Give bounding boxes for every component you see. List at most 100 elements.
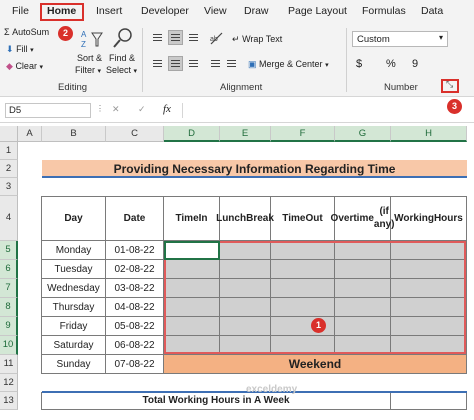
wrap-text-icon: ↵	[232, 34, 240, 44]
column-header-a[interactable]: A	[18, 126, 42, 142]
menu-bar: File Home Insert Developer View Draw Pag…	[0, 0, 474, 41]
middle-align-button[interactable]	[168, 30, 183, 45]
eraser-icon: ◆	[6, 61, 13, 71]
day-cell[interactable]: Friday	[42, 317, 106, 336]
align-right-button[interactable]	[186, 56, 201, 71]
currency-button[interactable]: $	[356, 58, 362, 70]
tab-data[interactable]: Data	[421, 5, 443, 17]
tab-developer[interactable]: Developer	[141, 5, 189, 17]
top-align-button[interactable]	[150, 30, 165, 45]
tab-file[interactable]: File	[12, 5, 29, 17]
editing-group-label: Editing	[58, 82, 88, 93]
clear-button[interactable]: ◆ Clear ▾	[6, 61, 43, 72]
row-header-9[interactable]: 9	[0, 317, 18, 336]
merge-center-button[interactable]: ▣ Merge & Center ▾	[248, 59, 329, 70]
column-header-d[interactable]: D	[164, 126, 220, 142]
date-cell[interactable]: 05-08-22	[106, 317, 164, 336]
svg-text:Z: Z	[81, 40, 86, 49]
day-cell[interactable]: Wednesday	[42, 279, 106, 298]
date-cell[interactable]: 01-08-22	[106, 241, 164, 260]
fill-button[interactable]: ⬇ Fill ▾	[6, 44, 34, 55]
column-header-g[interactable]: G	[335, 126, 391, 142]
row-header-12[interactable]: 12	[0, 374, 18, 392]
chevron-down-icon: ▾	[438, 33, 443, 42]
column-header-f[interactable]: F	[271, 126, 335, 142]
number-format-dropdown[interactable]: Custom ▾	[352, 31, 448, 47]
header-time-out[interactable]: Time Out	[271, 196, 335, 241]
header-day[interactable]: Day	[42, 196, 106, 241]
date-cell[interactable]: 06-08-22	[106, 336, 164, 355]
header-lunch-break[interactable]: Lunch Break	[216, 196, 274, 241]
total-left-border	[41, 392, 42, 410]
date-cell[interactable]: 03-08-22	[106, 279, 164, 298]
column-header-h[interactable]: H	[391, 126, 467, 142]
name-box-dropdown-icon[interactable]: ⋮	[96, 104, 104, 113]
step-badge-2: 2	[58, 26, 73, 41]
row-header-8[interactable]: 8	[0, 298, 18, 317]
tab-formulas[interactable]: Formulas	[362, 5, 406, 17]
chevron-down-icon: ▾	[133, 68, 138, 75]
day-cell[interactable]: Tuesday	[42, 260, 106, 279]
date-cell[interactable]: 07-08-22	[106, 355, 164, 374]
tab-draw[interactable]: Draw	[244, 5, 269, 17]
fx-icon[interactable]: fx	[163, 103, 171, 115]
merge-icon: ▣	[248, 59, 257, 69]
column-header-c[interactable]: C	[106, 126, 164, 142]
select-all-corner[interactable]	[0, 126, 18, 142]
total-value-cell[interactable]	[391, 392, 467, 410]
chevron-down-icon: ▾	[325, 62, 329, 69]
row-header-1[interactable]: 1	[0, 142, 18, 160]
header-date[interactable]: Date	[106, 196, 164, 241]
cancel-icon[interactable]: ✕	[112, 104, 120, 115]
header-overtime[interactable]: Overtime (if any)	[331, 196, 394, 241]
row-header-6[interactable]: 6	[0, 260, 18, 279]
number-dialog-launcher[interactable]: ⤡	[441, 79, 459, 93]
formula-input[interactable]	[182, 103, 473, 118]
row-header-5[interactable]: 5	[0, 241, 18, 260]
row-header-7[interactable]: 7	[0, 279, 18, 298]
header-time-in[interactable]: Time In	[164, 196, 220, 241]
tab-view[interactable]: View	[204, 5, 227, 17]
align-left-button[interactable]	[150, 56, 165, 71]
sheet-title[interactable]: Providing Necessary Information Regardin…	[42, 160, 467, 178]
date-cell[interactable]: 02-08-22	[106, 260, 164, 279]
column-header-e[interactable]: E	[220, 126, 271, 142]
find-select-button[interactable]: Find &	[109, 53, 135, 63]
total-label-cell[interactable]: Total Working Hours in A Week	[42, 392, 391, 410]
day-cell[interactable]: Thursday	[42, 298, 106, 317]
autosum-button[interactable]: Σ AutoSum	[4, 27, 49, 37]
day-cell[interactable]: Saturday	[42, 336, 106, 355]
row-header-2[interactable]: 2	[0, 160, 18, 178]
day-cell[interactable]: Sunday	[42, 355, 106, 374]
column-header-b[interactable]: B	[42, 126, 106, 142]
increase-indent-button[interactable]	[224, 56, 239, 71]
sort-filter-button[interactable]: Sort &	[77, 53, 102, 63]
svg-text:ab: ab	[210, 36, 218, 43]
alignment-group-label: Alignment	[220, 82, 263, 93]
bottom-align-button[interactable]	[186, 30, 201, 45]
number-group-label: Number	[384, 82, 418, 93]
name-box[interactable]: D5	[5, 103, 91, 118]
comma-style-button[interactable]: 9	[412, 58, 418, 70]
decrease-indent-button[interactable]	[208, 56, 223, 71]
active-cell-d5[interactable]	[164, 241, 220, 260]
weekend-cell[interactable]: Weekend	[164, 355, 467, 374]
tab-insert[interactable]: Insert	[96, 5, 122, 17]
tab-page-layout[interactable]: Page Layout	[288, 5, 347, 17]
step-badge-3: 3	[447, 99, 462, 114]
row-header-3[interactable]: 3	[0, 178, 18, 196]
enter-icon[interactable]: ✓	[138, 104, 146, 115]
date-cell[interactable]: 04-08-22	[106, 298, 164, 317]
orientation-icon[interactable]: ab	[208, 30, 226, 46]
header-working-hours[interactable]: Working Hours	[391, 196, 467, 241]
align-center-button[interactable]	[168, 56, 183, 71]
day-cell[interactable]: Monday	[42, 241, 106, 260]
row-header-10[interactable]: 10	[0, 336, 18, 355]
home-highlight-box	[40, 3, 84, 21]
row-header-13[interactable]: 13	[0, 392, 18, 410]
row-header-4[interactable]: 4	[0, 196, 18, 241]
row-header-11[interactable]: 11	[0, 355, 18, 374]
wrap-text-button[interactable]: ↵ Wrap Text	[232, 34, 282, 45]
sort-filter-icon: AZ	[80, 27, 104, 49]
percent-button[interactable]: %	[386, 58, 396, 70]
